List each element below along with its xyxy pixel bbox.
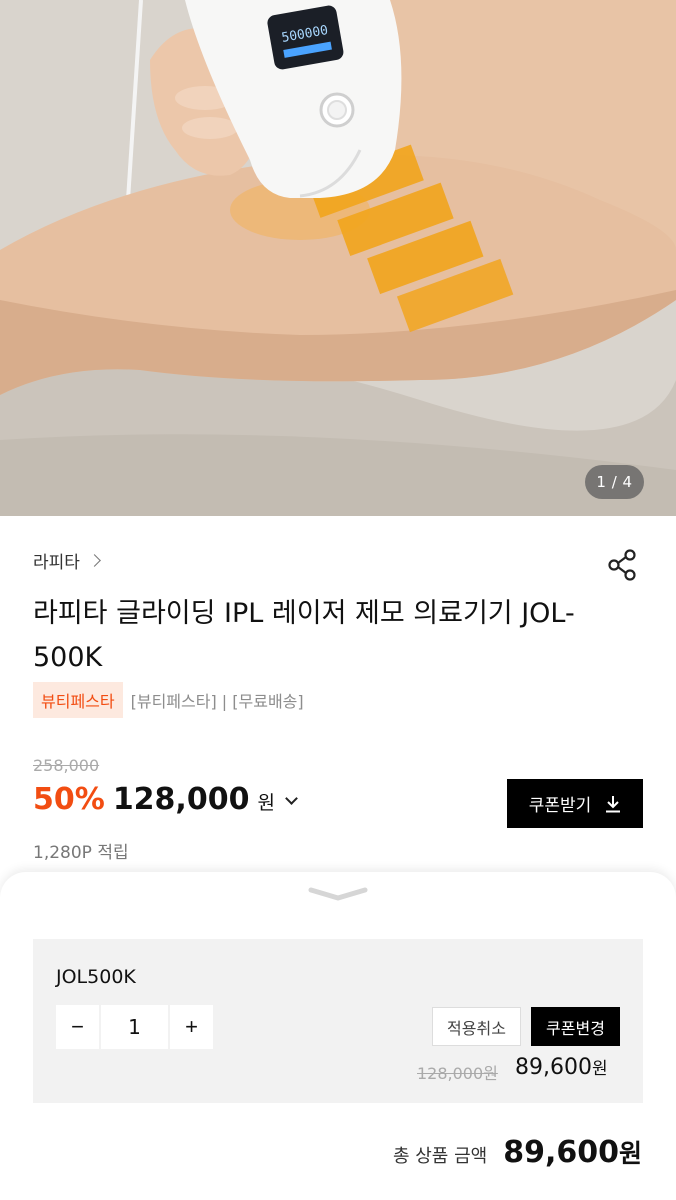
option-bottom-sheet: JOL500K − 1 + 적용취소 쿠폰변경 128,000원 89,600원… <box>0 872 676 1200</box>
share-icon[interactable] <box>606 548 640 582</box>
total-price: 89,600원 <box>503 1134 642 1170</box>
option-name: JOL500K <box>56 966 136 988</box>
price-row[interactable]: 50% 128,000 원 <box>33 782 298 817</box>
original-price: 258,000 <box>33 756 100 775</box>
chevron-right-icon <box>88 554 101 567</box>
product-photo: 500000 <box>0 0 676 516</box>
chevron-down-icon[interactable] <box>285 792 298 805</box>
selected-option-box: JOL500K − 1 + 적용취소 쿠폰변경 128,000원 89,600원 <box>33 939 643 1103</box>
option-price-unit: 원 <box>591 1059 608 1079</box>
product-image[interactable]: 500000 1 / 4 <box>0 0 676 516</box>
option-price: 89,600원 <box>515 1054 608 1080</box>
sheet-handle-icon[interactable] <box>308 886 368 902</box>
quantity-value[interactable]: 1 <box>101 1005 168 1049</box>
get-coupon-button[interactable]: 쿠폰받기 <box>507 779 643 828</box>
quantity-decrease-button[interactable]: − <box>56 1005 99 1049</box>
price-unit: 원 <box>257 792 275 814</box>
quantity-stepper: − 1 + <box>56 1005 213 1049</box>
option-price-value: 89,600 <box>515 1055 592 1080</box>
discount-rate: 50% <box>33 782 105 817</box>
download-icon <box>606 795 621 812</box>
get-coupon-label: 쿠폰받기 <box>528 796 592 815</box>
total-label: 총 상품 금액 <box>392 1146 488 1167</box>
cancel-coupon-button[interactable]: 적용취소 <box>432 1007 521 1046</box>
brand-link[interactable]: 라피타 <box>33 548 101 573</box>
option-original-price: 128,000원 <box>417 1064 498 1083</box>
event-badge: 뷰티페스타 <box>33 682 123 718</box>
reward-points: 1,280P 적립 <box>33 843 129 863</box>
sale-price: 128,000 <box>112 782 250 817</box>
brand-name: 라피타 <box>33 553 80 573</box>
product-tags: 뷰티페스타 [뷰티페스타] | [무료배송] <box>33 682 304 718</box>
change-coupon-button[interactable]: 쿠폰변경 <box>531 1007 620 1046</box>
quantity-increase-button[interactable]: + <box>170 1005 213 1049</box>
tag-text: [뷰티페스타] | [무료배송] <box>130 692 304 711</box>
total-price-value: 89,600 <box>503 1135 619 1170</box>
product-title: 라피타 글라이딩 IPL 레이저 제모 의료기기 JOL-500K <box>33 598 575 673</box>
total-price-unit: 원 <box>618 1139 642 1168</box>
total-row: 총 상품 금액 89,600원 <box>393 1134 642 1170</box>
image-counter: 1 / 4 <box>585 465 644 499</box>
